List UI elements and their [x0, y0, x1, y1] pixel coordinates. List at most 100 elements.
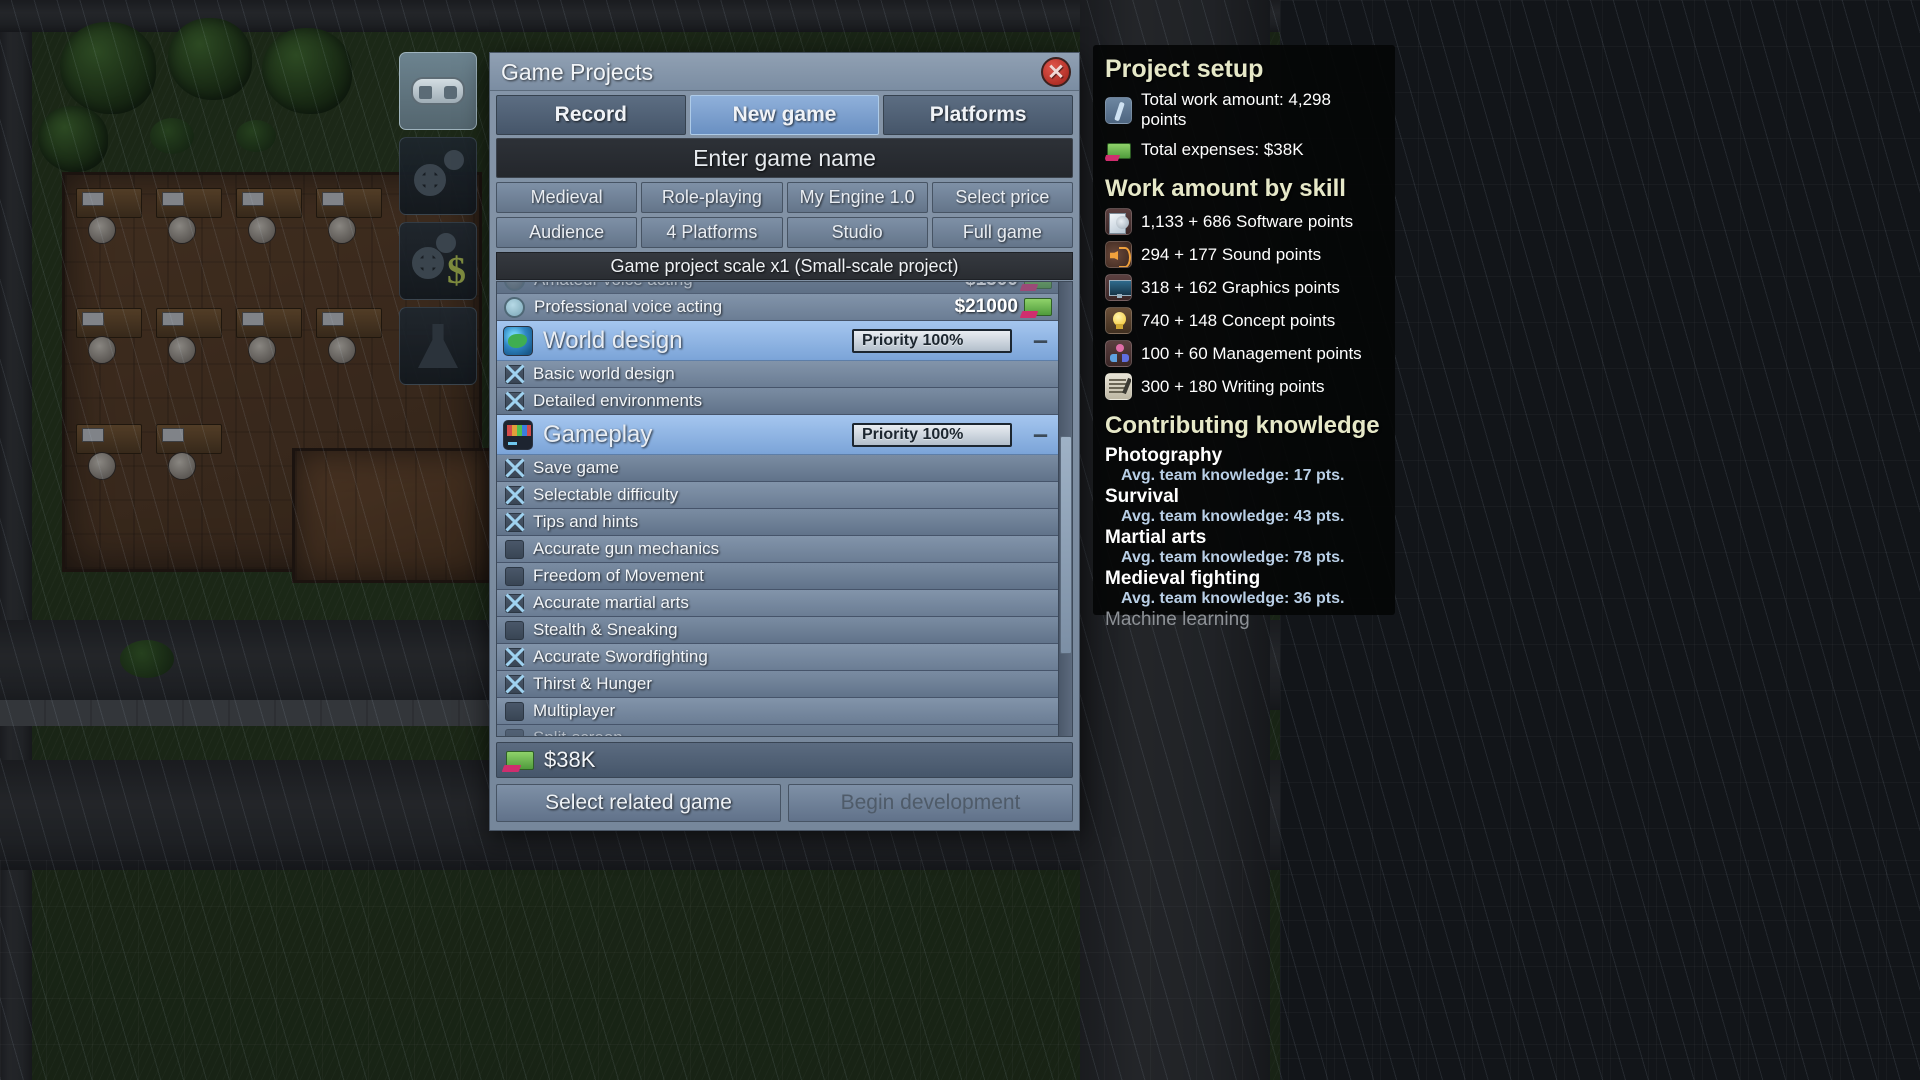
close-icon[interactable]: ✕	[1041, 57, 1071, 87]
feature-radio[interactable]	[504, 296, 525, 318]
employee	[88, 336, 116, 364]
tab-platforms[interactable]: Platforms	[883, 95, 1074, 135]
monitor	[242, 312, 264, 326]
feature-checkbox[interactable]	[505, 539, 524, 559]
employee	[88, 452, 116, 480]
rail-button-finance[interactable]: $	[399, 222, 477, 300]
option-genre-topic[interactable]: Medieval	[496, 182, 638, 213]
monitor	[162, 192, 184, 206]
knowledge-name: Medieval fighting	[1105, 568, 1261, 589]
skill-writing-value: 300 + 180 Writing points	[1141, 376, 1325, 396]
option-price[interactable]: Select price	[931, 182, 1073, 213]
employee	[168, 452, 196, 480]
feature-row[interactable]: Accurate gun mechanics	[497, 536, 1058, 563]
knowledge-value: Avg. team knowledge: 78 pts.	[1121, 549, 1345, 566]
feature-category-row[interactable]: Gameplay Priority 100% –	[497, 415, 1058, 455]
option-audience[interactable]: Audience	[496, 217, 638, 248]
feature-checkbox[interactable]	[505, 647, 524, 667]
select-related-game-button[interactable]: Select related game	[496, 784, 781, 822]
skill-graphics-value: 318 + 162 Graphics points	[1141, 277, 1340, 297]
knowledge-list: Photography Avg. team knowledge: 17 pts. S…	[1105, 445, 1381, 631]
feature-checkbox[interactable]	[505, 728, 524, 736]
feature-checkbox[interactable]	[505, 674, 524, 694]
knowledge-value: Avg. team knowledge: 36 pts.	[1121, 590, 1345, 607]
option-engine[interactable]: My Engine 1.0	[786, 182, 928, 213]
rail-button-research[interactable]	[399, 307, 477, 385]
scrollbar-thumb[interactable]	[1060, 436, 1072, 655]
feature-checkbox[interactable]	[505, 701, 524, 721]
skill-row-concept: 740 + 148 Concept points	[1105, 307, 1381, 334]
tab-record[interactable]: Record	[496, 95, 686, 135]
bush	[120, 640, 174, 678]
game-name-input[interactable]: Enter game name	[496, 138, 1073, 178]
knowledge-name: Survival	[1105, 486, 1179, 507]
knowledge-name: Machine learning	[1105, 609, 1250, 630]
feature-row[interactable]: Accurate martial arts	[497, 590, 1058, 617]
feature-checkbox[interactable]	[505, 458, 524, 478]
feature-checkbox[interactable]	[505, 512, 524, 532]
bush	[150, 118, 194, 154]
decrease-priority-button[interactable]: –	[1033, 421, 1048, 447]
dialog-title: Game Projects	[501, 59, 654, 85]
feature-row[interactable]: Tips and hints	[497, 509, 1058, 536]
feature-checkbox[interactable]	[505, 593, 524, 613]
feature-row[interactable]: Split-screen	[497, 725, 1058, 736]
option-platforms[interactable]: 4 Platforms	[641, 217, 783, 248]
tile-grid-bottom	[0, 860, 1920, 1080]
tree	[168, 18, 252, 100]
rail-button-projects[interactable]	[399, 52, 477, 130]
gamepad-icon	[411, 77, 465, 105]
feature-label: Stealth & Sneaking	[533, 620, 678, 639]
management-icon	[1105, 340, 1132, 367]
option-full-game[interactable]: Full game	[931, 217, 1073, 248]
monitor	[242, 192, 264, 206]
rail-button-settings[interactable]	[399, 137, 477, 215]
info-row-expenses: Total expenses: $38K	[1105, 136, 1381, 163]
feature-checkbox[interactable]	[505, 566, 524, 586]
employee	[88, 216, 116, 244]
feature-row[interactable]: Selectable difficulty	[497, 482, 1058, 509]
feature-radio[interactable]	[504, 282, 525, 291]
sound-icon	[1105, 241, 1132, 268]
feature-checkbox[interactable]	[505, 364, 524, 384]
dollar-sign-icon: $	[447, 250, 466, 292]
gears-money-icon	[412, 247, 444, 279]
option-row-1: Medieval Role-playing My Engine 1.0 Sele…	[496, 182, 1073, 213]
decrease-priority-button[interactable]: –	[1033, 327, 1048, 353]
tree	[60, 22, 156, 114]
side-rail: $	[399, 52, 477, 392]
feature-checkbox[interactable]	[505, 391, 524, 411]
feature-row[interactable]: Amateur voice acting $1500	[497, 282, 1058, 294]
feature-row[interactable]: Save game	[497, 455, 1058, 482]
feature-checkbox[interactable]	[505, 620, 524, 640]
tree	[262, 28, 352, 114]
skill-sound-value: 294 + 177 Sound points	[1141, 244, 1322, 264]
option-studio[interactable]: Studio	[786, 217, 928, 248]
feature-row[interactable]: Freedom of Movement	[497, 563, 1058, 590]
feature-row[interactable]: Thirst & Hunger	[497, 671, 1058, 698]
begin-development-button[interactable]: Begin development	[788, 784, 1073, 822]
feature-label: Gameplay	[543, 420, 653, 448]
bush	[236, 120, 276, 152]
feature-row[interactable]: Detailed environments	[497, 388, 1058, 415]
priority-badge[interactable]: Priority 100%	[852, 422, 1012, 447]
feature-list[interactable]: Amateur voice acting $1500 Professional vo…	[496, 281, 1073, 737]
tab-new-game[interactable]: New game	[689, 95, 880, 135]
project-setup-heading: Project setup	[1105, 55, 1264, 83]
feature-label: World design	[543, 326, 683, 354]
dialog-titlebar: Game Projects ✕	[490, 53, 1079, 91]
feature-row[interactable]: Basic world design	[497, 361, 1058, 388]
globe-icon	[503, 325, 533, 356]
feature-label: Accurate gun mechanics	[533, 539, 720, 558]
total-expenses-value: Total expenses: $38K	[1141, 139, 1304, 159]
option-genre[interactable]: Role-playing	[641, 182, 783, 213]
priority-badge[interactable]: Priority 100%	[852, 328, 1012, 353]
feature-row[interactable]: Professional voice acting $21000	[497, 294, 1058, 321]
concept-icon	[1105, 307, 1132, 334]
feature-category-row[interactable]: World design Priority 100% –	[497, 321, 1058, 361]
feature-checkbox[interactable]	[505, 485, 524, 505]
feature-list-scrollbar[interactable]	[1058, 282, 1072, 736]
feature-row[interactable]: Multiplayer	[497, 698, 1058, 725]
feature-row[interactable]: Stealth & Sneaking	[497, 617, 1058, 644]
feature-row[interactable]: Accurate Swordfighting	[497, 644, 1058, 671]
